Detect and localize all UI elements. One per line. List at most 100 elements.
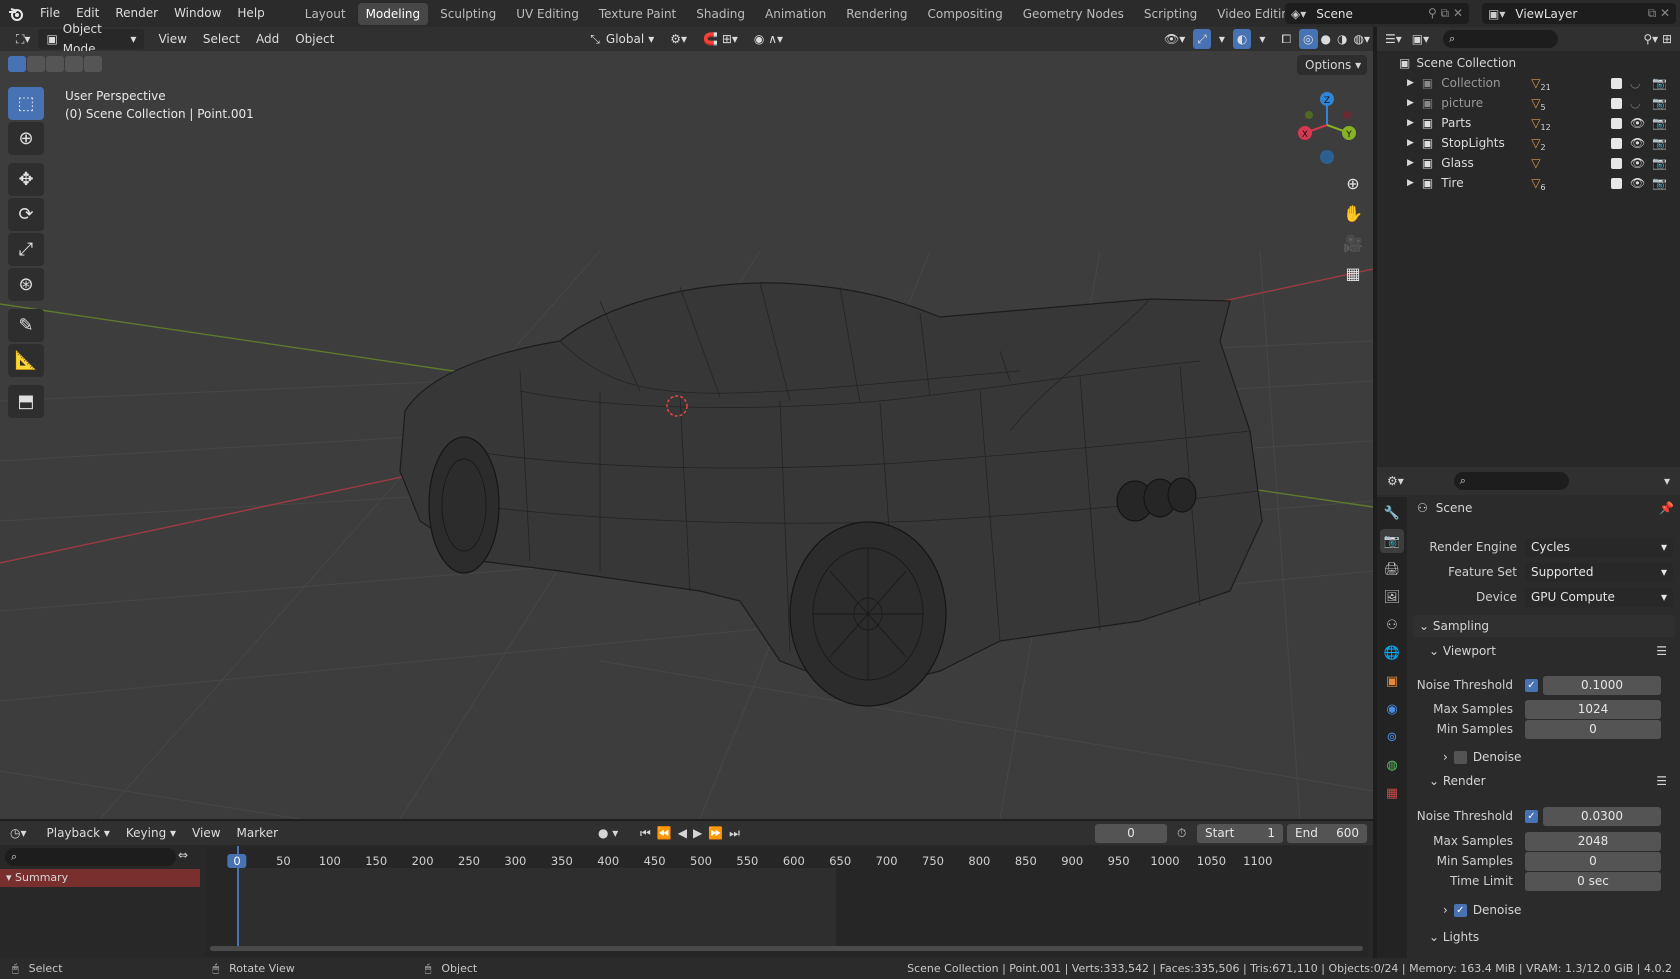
scale-tool-icon[interactable]: ⤢ (8, 233, 44, 266)
camera-icon[interactable]: 📷 (1652, 176, 1667, 190)
zoom-icon[interactable]: ⊕ (1340, 170, 1366, 196)
list-icon[interactable]: ☰ (1656, 770, 1667, 792)
device-dropdown[interactable]: GPU Compute ▾ (1525, 588, 1673, 607)
tool-tab-icon[interactable]: 🔧 (1380, 501, 1404, 525)
eye-icon[interactable]: 👁 (1630, 136, 1645, 150)
camera-icon[interactable]: 📷 (1652, 76, 1667, 90)
output-tab-icon[interactable]: 🖨 (1380, 557, 1404, 581)
add-cube-tool-icon[interactable]: ⬒ (8, 385, 44, 418)
shading-rendered-icon[interactable]: ◍▾ (1351, 29, 1374, 49)
tab-uv-editing[interactable]: UV Editing (508, 3, 587, 25)
object-tab-icon[interactable]: ▣ (1380, 669, 1404, 693)
overlay-dropdown-icon[interactable]: ▾ (1251, 29, 1273, 49)
start-frame-field[interactable]: Start 1 (1197, 824, 1283, 843)
swap-icon[interactable]: ⇔ (178, 848, 188, 862)
overlay-toggle-icon[interactable]: ◐ (1232, 29, 1252, 49)
expand-arrow-icon[interactable]: ▶ (1407, 98, 1414, 108)
tab-layout[interactable]: Layout (297, 3, 354, 25)
exclude-checkbox[interactable] (1611, 157, 1622, 169)
view-layer-tab-icon[interactable]: 🖼 (1380, 585, 1404, 609)
select-box-tool-icon[interactable]: ⬚ (8, 87, 44, 120)
outliner-item[interactable]: ▶ ▣ picture ▽ 5 ◡ 📷 (1377, 93, 1680, 113)
exclude-checkbox[interactable] (1611, 97, 1622, 109)
options-dropdown[interactable]: Options ▾ (1297, 55, 1367, 75)
properties-editor-icon[interactable]: ⚙▾ (1387, 474, 1404, 488)
tab-texture-paint[interactable]: Texture Paint (591, 3, 684, 25)
shading-wireframe-icon[interactable]: ◎ (1299, 29, 1318, 49)
record-icon[interactable]: ● ▾ (598, 826, 618, 840)
viewport-noise-threshold-checkbox[interactable]: ✓ (1525, 679, 1538, 692)
feature-set-dropdown[interactable]: Supported ▾ (1525, 563, 1673, 582)
outliner-item[interactable]: ▶ ▣ Collection ▽ 21 ◡ 📷 (1377, 73, 1680, 93)
move-tool-icon[interactable]: ✥ (8, 163, 44, 196)
eye-icon[interactable]: 👁 (1630, 176, 1645, 190)
display-mode-icon[interactable]: ▣▾ (1412, 32, 1429, 46)
outliner-item[interactable]: ▶ ▣ Tire ▽ 6 👁 📷 (1377, 173, 1680, 193)
tab-geometry-nodes[interactable]: Geometry Nodes (1015, 3, 1132, 25)
chevron-down-icon[interactable]: ▾ (1664, 474, 1670, 488)
camera-icon[interactable]: 📷 (1652, 96, 1667, 110)
list-icon[interactable]: ☰ (1656, 640, 1667, 662)
viewport-noise-threshold-field[interactable]: 0.1000 (1543, 676, 1661, 695)
exclude-checkbox[interactable] (1611, 77, 1622, 89)
sampling-panel-header[interactable]: ⌄ Sampling (1413, 615, 1675, 637)
tab-sculpting[interactable]: Sculpting (432, 3, 504, 25)
menu-object[interactable]: Object (287, 29, 342, 49)
camera-icon[interactable]: 📷 (1652, 136, 1667, 150)
pin-icon[interactable]: ⚲ ⧉ ✕ (1428, 6, 1463, 21)
render-engine-dropdown[interactable]: Cycles ▾ (1525, 538, 1673, 557)
tab-animation[interactable]: Animation (757, 3, 834, 25)
eye-icon[interactable]: ◡ (1630, 76, 1640, 90)
rotate-tool-icon[interactable]: ⟳ (8, 198, 44, 231)
viewport-max-samples-field[interactable]: 1024 (1525, 700, 1661, 719)
menu-select[interactable]: Select (195, 29, 248, 49)
viewport-subpanel-header[interactable]: ⌄ Viewport ☰ (1419, 640, 1675, 662)
orientation-dropdown[interactable]: ⤡ Global ▾ (582, 29, 662, 49)
end-frame-field[interactable]: End 600 (1287, 824, 1367, 843)
camera-icon[interactable]: 📷 (1652, 156, 1667, 170)
viewport-min-samples-field[interactable]: 0 (1525, 720, 1661, 739)
select-mode-buttons[interactable] (8, 56, 102, 72)
gizmo-toggle-icon[interactable]: ⤢ (1193, 29, 1211, 49)
snap-icon[interactable]: 🧲 ⊞▾ (695, 29, 746, 49)
stopwatch-icon[interactable]: ⏱ (1177, 826, 1186, 841)
ortho-grid-icon[interactable]: ▦ (1340, 260, 1366, 286)
transform-tool-icon[interactable]: ⊛ (8, 268, 44, 301)
gizmo-dropdown-icon[interactable]: ▾ (1211, 29, 1233, 49)
menu-window[interactable]: Window (166, 0, 229, 27)
pivot-point-icon[interactable]: ⚙▾ (662, 29, 695, 49)
select-intersect-mode-icon[interactable] (84, 56, 102, 72)
shading-solid-icon[interactable]: ● (1318, 29, 1334, 49)
measure-tool-icon[interactable]: 📐 (8, 344, 44, 377)
3d-viewport[interactable]: Options ▾ User Perspective (0) Scene Col… (0, 51, 1373, 819)
eye-icon[interactable]: 👁 (1630, 156, 1645, 170)
pin-icon[interactable]: 📌 (1659, 501, 1674, 515)
visibility-icon[interactable]: 👁▾ (1156, 29, 1193, 49)
expand-arrow-icon[interactable]: ▶ (1407, 78, 1414, 88)
data-tab-icon[interactable]: ◍ (1380, 753, 1404, 777)
menu-add[interactable]: Add (248, 29, 287, 49)
expand-arrow-icon[interactable]: ▶ (1407, 158, 1414, 168)
playback-controls[interactable]: ⏮⏪◀▶⏩⏭ (640, 826, 746, 841)
keying-menu[interactable]: Keying ▾ (118, 823, 184, 843)
menu-help[interactable]: Help (229, 0, 272, 27)
properties-search-input[interactable]: ⌕ (1453, 472, 1569, 490)
playback-menu[interactable]: Playback ▾ (39, 823, 118, 843)
eye-icon[interactable]: ◡ (1630, 96, 1640, 110)
render-min-samples-field[interactable]: 0 (1525, 852, 1661, 871)
select-subtract-mode-icon[interactable] (46, 56, 64, 72)
annotate-tool-icon[interactable]: ✎ (8, 309, 44, 342)
mode-dropdown[interactable]: ▣ Object Mode ▾ (38, 22, 145, 56)
constraint-tab-icon[interactable]: ⊚ (1380, 725, 1404, 749)
scene-tab-icon[interactable]: ⚇ (1380, 613, 1404, 637)
exclude-checkbox[interactable] (1611, 117, 1622, 129)
modifier-tab-icon[interactable]: ◉ (1380, 697, 1404, 721)
camera-icon[interactable]: 📷 (1652, 116, 1667, 130)
shading-material-icon[interactable]: ◑ (1334, 29, 1350, 49)
timeline-view-menu[interactable]: View (184, 823, 228, 843)
outliner-item[interactable]: ▶ ▣ Parts ▽ 12 👁 📷 (1377, 113, 1680, 133)
outliner-scene-collection[interactable]: ▣ Scene Collection (1377, 53, 1680, 73)
horizontal-scrollbar[interactable] (210, 946, 1363, 951)
texture-tab-icon[interactable]: ▦ (1380, 781, 1404, 805)
viewport-denoise-row[interactable]: › Denoise (1443, 750, 1521, 764)
